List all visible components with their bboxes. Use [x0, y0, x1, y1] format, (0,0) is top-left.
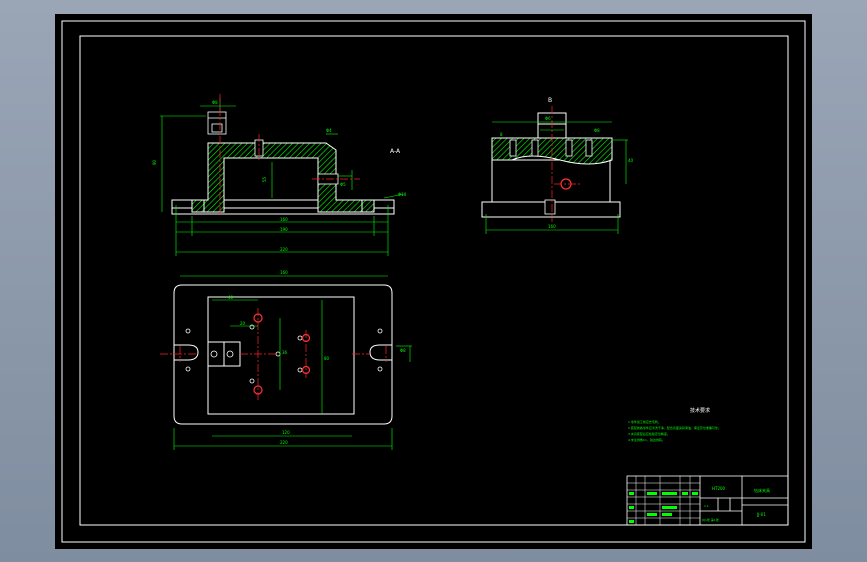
svg-text:160: 160 — [280, 217, 288, 222]
tech-req-item: 1.零件加工前应去毛刺。 — [628, 419, 661, 424]
tech-req-title: 技术要求 — [690, 407, 710, 414]
svg-text:220: 220 — [280, 440, 288, 445]
tech-req-item: 4.未注倒角C1，锐边倒钝。 — [628, 437, 665, 442]
svg-text:90: 90 — [152, 159, 157, 165]
svg-text:20: 20 — [240, 321, 246, 326]
svg-text:160: 160 — [548, 224, 556, 229]
svg-text:Φ4: Φ4 — [326, 128, 332, 133]
svg-text:40: 40 — [228, 295, 234, 300]
svg-text:80: 80 — [324, 356, 330, 361]
svg-text:Φ8: Φ8 — [594, 128, 600, 133]
view-label-b: B — [548, 97, 552, 104]
svg-text:Φ10: Φ10 — [398, 192, 407, 197]
svg-text:190: 190 — [280, 227, 288, 232]
drawing-sheet — [55, 14, 812, 549]
title-block-scale: 1:1 — [704, 504, 709, 508]
svg-text:Φ6: Φ6 — [545, 116, 551, 121]
svg-text:36: 36 — [282, 350, 288, 355]
svg-text:Φ8: Φ8 — [400, 348, 406, 353]
title-block-sheet: 共1张 第1张 — [702, 517, 719, 522]
cad-drawing-canvas[interactable]: 160 190 220 90 55 Φ8 Φ4 Φ5 Φ10 A-A 160 Φ… — [0, 0, 867, 562]
section-label-aa: A-A — [390, 148, 401, 155]
svg-text:40: 40 — [628, 158, 634, 163]
title-block-name: 钻床夹具 — [754, 487, 770, 493]
cad-viewport[interactable]: 160 190 220 90 55 Φ8 Φ4 Φ5 Φ10 A-A 160 Φ… — [0, 0, 867, 562]
title-block-material: HT200 — [712, 486, 726, 491]
svg-text:55: 55 — [262, 176, 267, 182]
svg-text:160: 160 — [280, 270, 288, 275]
tech-req-item: 3.夹具装配后应检验定位精度。 — [628, 431, 670, 436]
tech-req-item: 2.装配前各零件应清洗干净，配合表面涂润滑油，保证定位准确可靠。 — [628, 425, 721, 430]
svg-text:Φ5: Φ5 — [340, 182, 346, 187]
svg-text:120: 120 — [282, 430, 290, 435]
title-block-number: JJ-01 — [756, 512, 766, 517]
svg-text:Φ8: Φ8 — [212, 100, 218, 105]
svg-text:220: 220 — [280, 247, 288, 252]
